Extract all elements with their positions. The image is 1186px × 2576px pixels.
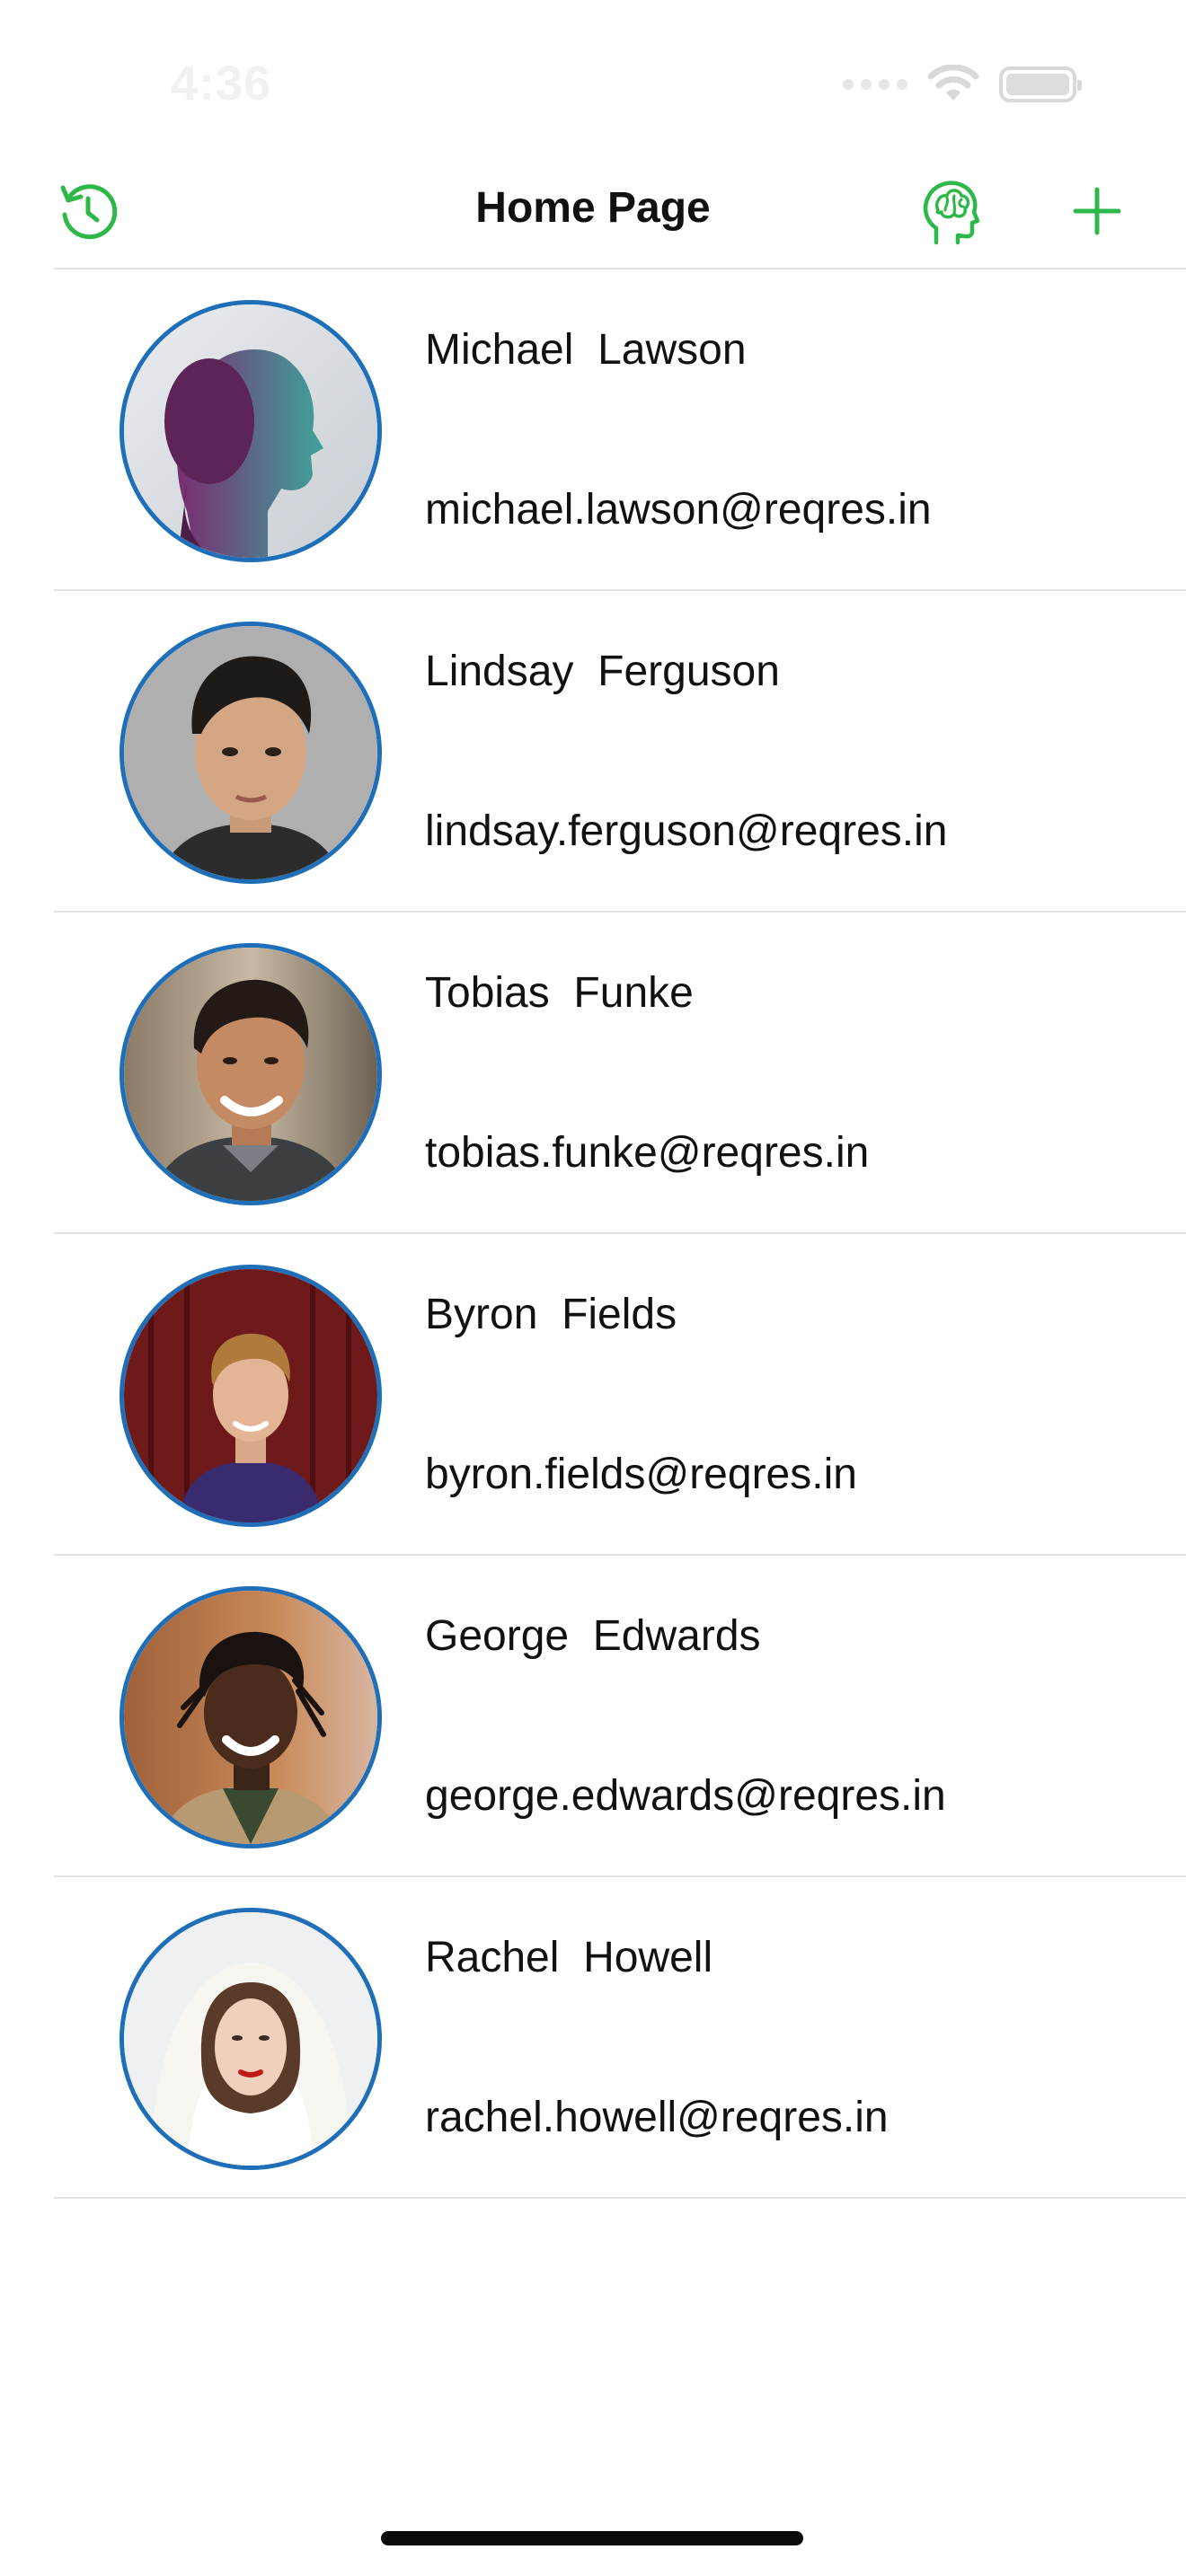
user-row[interactable]: Tobias Funke tobias.funke@reqres.in <box>0 913 1186 1234</box>
avatar <box>119 1908 382 2170</box>
avatar <box>119 1586 382 1848</box>
avatar <box>119 300 382 562</box>
user-name: Michael Lawson <box>425 326 747 374</box>
status-icons <box>843 65 1082 104</box>
user-row[interactable]: Michael Lawson michael.lawson@reqres.in <box>0 269 1186 591</box>
avatar-photo <box>124 1269 377 1522</box>
page-title: Home Page <box>475 184 711 232</box>
user-email: george.edwards@reqres.in <box>425 1772 946 1820</box>
user-email: byron.fields@reqres.in <box>425 1451 857 1498</box>
user-email: rachel.howell@reqres.in <box>425 2094 889 2141</box>
user-email: michael.lawson@reqres.in <box>425 486 932 534</box>
avatar <box>119 1265 382 1527</box>
user-email: tobias.funke@reqres.in <box>425 1129 870 1177</box>
user-name: Byron Fields <box>425 1291 677 1338</box>
user-row[interactable]: Lindsay Ferguson lindsay.ferguson@reqres… <box>0 591 1186 913</box>
brain-head-icon <box>923 181 980 245</box>
avatar-photo <box>124 948 377 1201</box>
wifi-icon <box>927 65 979 101</box>
user-row[interactable]: Byron Fields byron.fields@reqres.in <box>0 1234 1186 1556</box>
avatar-photo <box>124 626 377 879</box>
avatar <box>119 943 382 1205</box>
plus-icon <box>1073 187 1121 235</box>
battery-icon <box>999 66 1082 102</box>
row-divider <box>54 2197 1186 2199</box>
user-list: Michael Lawson michael.lawson@reqres.in <box>0 269 1186 2199</box>
cellular-signal-icon <box>843 79 907 90</box>
status-bar: 4:36 <box>0 0 1186 153</box>
user-name: George Edwards <box>425 1612 761 1660</box>
user-row[interactable]: George Edwards george.edwards@reqres.in <box>0 1556 1186 1877</box>
avatar-photo <box>124 304 377 558</box>
status-time: 4:36 <box>171 57 272 110</box>
user-email: lindsay.ferguson@reqres.in <box>425 807 948 855</box>
add-user-button[interactable] <box>1058 172 1136 250</box>
user-name: Rachel Howell <box>425 1934 713 1981</box>
home-indicator[interactable] <box>381 2531 803 2545</box>
navigation-bar: Home Page <box>0 153 1186 269</box>
user-name: Tobias Funke <box>425 969 694 1017</box>
brain-button[interactable] <box>912 172 989 250</box>
avatar <box>119 622 382 884</box>
user-name: Lindsay Ferguson <box>425 648 780 695</box>
app-screen: 4:36 Home Page Michael Lawson michael.la… <box>0 0 1186 2576</box>
avatar-photo <box>124 1912 377 2166</box>
user-row[interactable]: Rachel Howell rachel.howell@reqres.in <box>0 1877 1186 2199</box>
avatar-photo <box>124 1591 377 1844</box>
